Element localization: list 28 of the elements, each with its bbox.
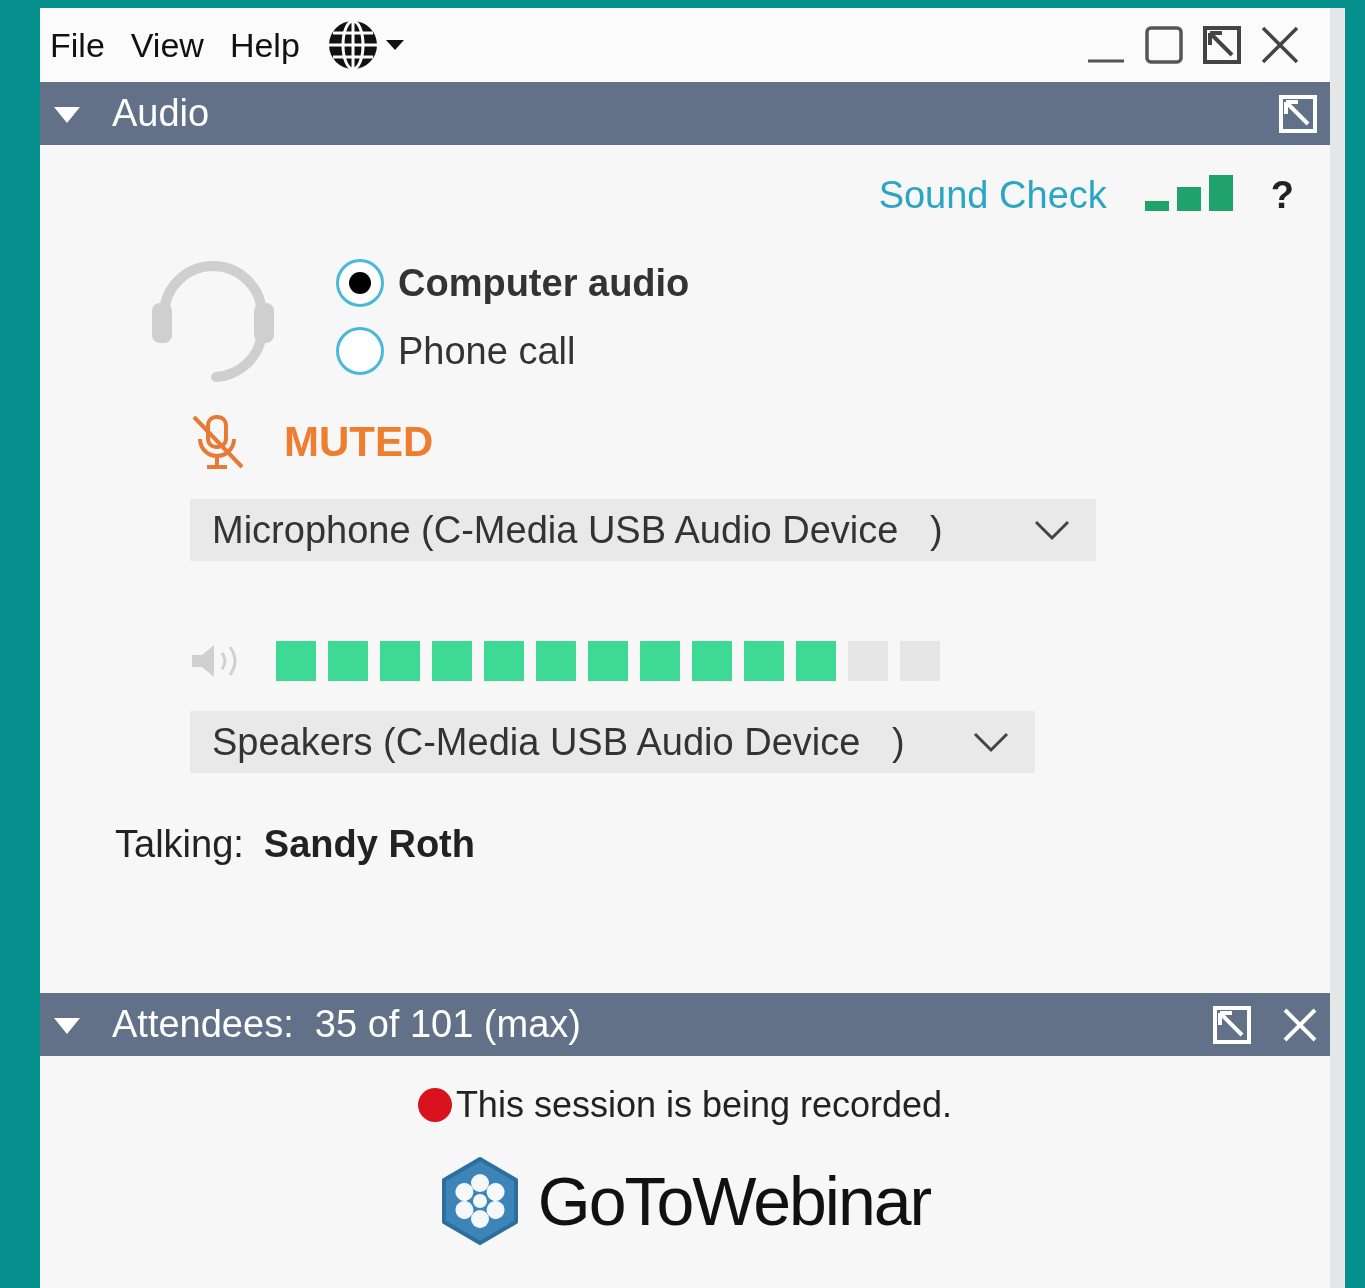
option-label: Phone call <box>398 329 576 373</box>
section-header[interactable]: Audio <box>40 82 1330 145</box>
audio-option[interactable]: Phone call <box>336 327 690 375</box>
microphone-dropdown[interactable]: Microphone (C-Media USB Audio Device ) <box>190 499 1096 561</box>
pop-out-icon[interactable] <box>1202 25 1242 65</box>
section-header[interactable]: Attendees: 35 of 101 (max) <box>40 993 1330 1056</box>
menu-item[interactable]: View <box>130 25 204 65</box>
radio-button[interactable] <box>336 259 384 307</box>
menu-item[interactable]: File <box>50 25 105 65</box>
chevron-down-icon <box>973 731 1009 753</box>
section-title: Attendees: 35 of 101 (max) <box>112 1003 581 1046</box>
talking-label: Talking: <box>115 823 244 866</box>
audio-option[interactable]: Computer audio <box>336 259 690 307</box>
chevron-down-icon <box>1034 519 1070 541</box>
recording-dot-icon <box>417 1088 452 1122</box>
recording-notice: This session is being recorded. <box>455 1084 953 1126</box>
section-title: Audio <box>112 92 210 135</box>
muted-label: MUTED <box>284 418 434 466</box>
menu-item[interactable]: Help <box>229 25 300 65</box>
speakers-dropdown[interactable]: Speakers (C-Media USB Audio Device ) <box>190 711 1035 773</box>
close-icon[interactable] <box>1260 25 1300 65</box>
maximize-icon[interactable] <box>1144 25 1184 65</box>
help-button[interactable]: ? <box>1270 173 1294 217</box>
radio-button[interactable] <box>336 327 384 375</box>
flower-logo-icon <box>439 1156 520 1246</box>
brand-logo-text: GoToWebinar <box>537 1162 931 1240</box>
option-label: Computer audio <box>398 261 690 305</box>
talking-name: Sandy Roth <box>263 823 475 866</box>
